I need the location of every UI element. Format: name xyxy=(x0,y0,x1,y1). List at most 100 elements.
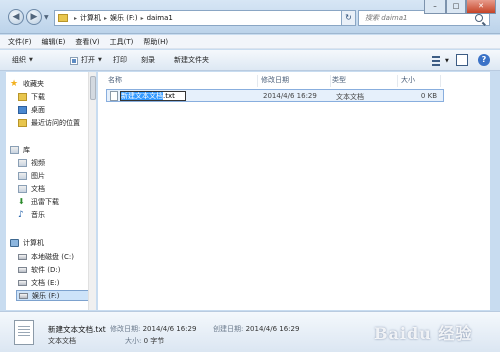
breadcrumb-daima1[interactable]: daima1 xyxy=(147,14,173,22)
folder-icon xyxy=(58,14,68,22)
sidebar-item-libraries[interactable]: 库 xyxy=(10,144,30,155)
menu-file[interactable]: 文件(F) xyxy=(8,37,32,47)
menu-help[interactable]: 帮助(H) xyxy=(143,37,168,47)
sidebar-item-label: 计算机 xyxy=(23,238,44,247)
close-button[interactable]: ✕ xyxy=(466,0,496,14)
downloads-folder-icon xyxy=(18,92,27,101)
column-header-type[interactable]: 类型 xyxy=(332,75,398,87)
chevron-right-icon[interactable]: ▸ xyxy=(141,15,144,22)
sidebar-item-label: 文档 (E:) xyxy=(31,278,60,287)
open-label: 打开 xyxy=(81,56,95,64)
command-bar: 组织 ▼ 打开 ▼ 打印 刻录 新建文件夹 ▼ ? xyxy=(0,50,500,71)
search-icon[interactable] xyxy=(475,14,483,22)
refresh-button[interactable]: ↻ xyxy=(342,10,356,26)
details-modified-value: 2014/4/6 16:29 xyxy=(142,325,197,333)
sidebar-item-label: 本地磁盘 (C:) xyxy=(31,252,74,261)
details-modified-label: 修改日期: xyxy=(110,325,141,333)
file-row[interactable]: 新建文本文档.txt 2014/4/6 16:29 文本文档 0 KB xyxy=(106,89,444,102)
sidebar-item-label: 下载 xyxy=(31,92,45,101)
sidebar-scrollbar[interactable] xyxy=(88,72,96,310)
sidebar-item-drive-f[interactable]: 娱乐 (F:) xyxy=(16,290,92,301)
recent-pages-dropdown[interactable]: ▼ xyxy=(44,14,51,21)
breadcrumb-drive-f[interactable]: 娱乐 (F:) xyxy=(110,13,138,23)
column-header-size[interactable]: 大小 xyxy=(401,75,441,87)
burn-label: 刻录 xyxy=(141,56,155,64)
help-button[interactable]: ? xyxy=(478,54,490,66)
back-button[interactable]: ◀ xyxy=(8,9,24,25)
sidebar-item-drive-c[interactable]: 本地磁盘 (C:) xyxy=(18,251,74,262)
sidebar-item-label: 音乐 xyxy=(31,210,45,219)
print-button[interactable]: 打印 xyxy=(113,54,127,67)
menu-edit[interactable]: 编辑(E) xyxy=(42,37,66,47)
file-type: 文本文档 xyxy=(336,93,364,101)
chevron-right-icon[interactable]: ▸ xyxy=(104,15,107,22)
title-bar: ◀ ▶ ▼ ▸ 计算机 ▸ 娱乐 (F:) ▸ daima1 ↻ – □ ✕ xyxy=(0,0,500,34)
sidebar-item-label: 文档 xyxy=(31,184,45,193)
music-icon: ♪ xyxy=(18,209,24,220)
file-modified-date: 2014/4/6 16:29 xyxy=(263,92,317,100)
organize-button[interactable]: 组织 ▼ xyxy=(12,54,33,67)
address-bar[interactable]: ▸ 计算机 ▸ 娱乐 (F:) ▸ daima1 xyxy=(54,10,342,26)
change-view-button[interactable] xyxy=(430,54,444,66)
new-folder-label: 新建文件夹 xyxy=(174,56,209,64)
scrollbar-thumb[interactable] xyxy=(90,76,96,100)
burn-button[interactable]: 刻录 xyxy=(141,54,155,67)
menu-view[interactable]: 查看(V) xyxy=(75,37,99,47)
sidebar-item-videos[interactable]: 视频 xyxy=(18,157,45,168)
open-button[interactable]: 打开 ▼ xyxy=(70,54,102,67)
sidebar-item-label: 娱乐 (F:) xyxy=(32,291,60,300)
baidu-watermark: Baidu 经验 xyxy=(374,318,494,346)
details-file-name: 新建文本文档.txt xyxy=(48,325,106,334)
maximize-button[interactable]: □ xyxy=(446,0,466,14)
sidebar-item-desktop[interactable]: 桌面 xyxy=(18,104,45,115)
chevron-down-icon[interactable]: ▼ xyxy=(445,58,449,64)
sidebar-item-drive-d[interactable]: 软件 (D:) xyxy=(18,264,60,275)
chevron-right-icon[interactable]: ▸ xyxy=(74,15,77,22)
sidebar-item-computer[interactable]: 计算机 xyxy=(10,237,44,248)
drive-icon xyxy=(18,266,27,273)
sidebar-item-label: 最近访问的位置 xyxy=(31,118,80,127)
rename-extension-text: .txt xyxy=(163,92,175,100)
rename-selected-text: 新建文本文档 xyxy=(121,92,163,100)
file-list: 名称 修改日期 类型 大小 新建文本文档.txt 2014/4/6 16:29 … xyxy=(98,72,450,310)
column-header-date[interactable]: 修改日期 xyxy=(261,75,331,87)
chevron-down-icon: ▼ xyxy=(29,57,33,63)
print-label: 打印 xyxy=(113,56,127,64)
sidebar-item-pictures[interactable]: 图片 xyxy=(18,170,45,181)
sidebar-item-documents[interactable]: 文档 xyxy=(18,183,45,194)
new-folder-button[interactable]: 新建文件夹 xyxy=(174,54,209,67)
column-header-name[interactable]: 名称 xyxy=(108,75,258,87)
sidebar-item-recent-places[interactable]: 最近访问的位置 xyxy=(18,117,80,128)
rename-input[interactable]: 新建文本文档.txt xyxy=(120,91,186,101)
sidebar-item-drive-e[interactable]: 文档 (E:) xyxy=(18,277,59,288)
picture-library-icon xyxy=(18,171,27,180)
view-icon-line xyxy=(432,60,440,62)
view-icon xyxy=(432,56,440,58)
drive-icon xyxy=(19,292,28,299)
details-created: 创建日期: 2014/4/6 16:29 xyxy=(213,324,299,334)
explorer-window: ◀ ▶ ▼ ▸ 计算机 ▸ 娱乐 (F:) ▸ daima1 ↻ – □ ✕ 文… xyxy=(0,0,500,352)
breadcrumb-computer[interactable]: 计算机 xyxy=(80,13,101,23)
library-icon xyxy=(10,145,19,154)
file-size: 0 KB xyxy=(420,92,437,100)
sidebar-item-favorites[interactable]: ★ 收藏夹 xyxy=(10,78,44,89)
video-library-icon xyxy=(18,158,27,167)
watermark-text: Baidu 经验 xyxy=(374,324,473,343)
sidebar-item-downloads[interactable]: 下载 xyxy=(18,91,45,102)
open-with-icon xyxy=(70,56,78,65)
recent-places-icon xyxy=(18,118,27,127)
sidebar-item-music[interactable]: ♪ 音乐 xyxy=(18,209,45,220)
sidebar-item-label: 迅雷下载 xyxy=(31,197,59,206)
text-file-icon xyxy=(110,91,118,101)
details-created-value: 2014/4/6 16:29 xyxy=(245,325,300,333)
details-modified: 修改日期: 2014/4/6 16:29 xyxy=(110,324,196,334)
preview-pane-button[interactable] xyxy=(456,54,468,66)
search-input[interactable] xyxy=(365,14,469,22)
minimize-button[interactable]: – xyxy=(424,0,446,14)
menu-tools[interactable]: 工具(T) xyxy=(110,37,134,47)
sidebar-item-thunder-downloads[interactable]: ⬇ 迅雷下载 xyxy=(18,196,59,207)
forward-button[interactable]: ▶ xyxy=(26,9,42,25)
sidebar-item-label: 软件 (D:) xyxy=(31,265,61,274)
menu-bar: 文件(F) 编辑(E) 查看(V) 工具(T) 帮助(H) xyxy=(0,35,500,49)
view-icon-line xyxy=(432,64,440,66)
